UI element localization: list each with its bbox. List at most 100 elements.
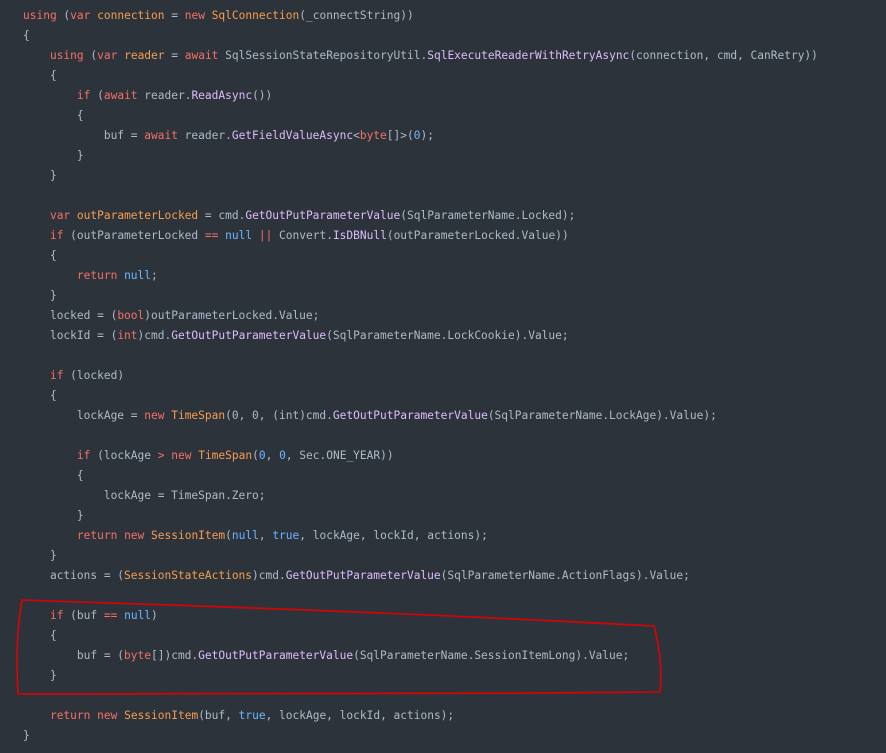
code-token: if	[76, 89, 91, 102]
code-token: IsDBNull	[332, 229, 387, 242]
code-line: if (locked)	[23, 366, 883, 386]
code-token: )cmd.	[137, 329, 172, 342]
code-token: , lockAge, lockId, actions);	[299, 529, 488, 542]
code-token: (SqlParameterName.LockCookie).Value;	[326, 329, 569, 342]
code-token: <	[353, 129, 360, 142]
code-token: (outParameterLocked	[63, 229, 205, 242]
code-token: null	[231, 529, 259, 542]
code-token: Convert.	[272, 229, 333, 242]
code-token: = cmd.	[198, 209, 246, 222]
code-token: var	[49, 209, 71, 222]
code-line: lockAge = new TimeSpan(0, 0, (int)cmd.Ge…	[23, 406, 883, 426]
code-token: reader.	[137, 89, 192, 102]
code-token: (	[56, 9, 71, 22]
code-token: , lockAge, lockId, actions);	[265, 709, 455, 722]
code-token: =	[164, 49, 185, 62]
code-token: 0	[258, 449, 266, 462]
code-token: {	[49, 249, 57, 262]
code-token: SessionItem	[124, 709, 199, 722]
code-token: null	[124, 609, 152, 622]
code-token: GetOutPutParameterValue	[285, 569, 441, 582]
code-line: }	[23, 146, 883, 166]
code-token: await	[144, 129, 178, 142]
code-token: TimeSpan	[198, 449, 253, 462]
code-token: SqlSessionStateRepositoryUtil.	[218, 49, 428, 62]
code-token: (buf,	[198, 709, 239, 722]
code-line: if (lockAge > new TimeSpan(0, 0, Sec.ONE…	[23, 446, 883, 466]
code-token: new	[171, 449, 192, 462]
code-token: []>(	[386, 129, 414, 142]
code-token: ())	[252, 89, 273, 102]
code-token: {	[23, 29, 30, 42]
code-line: var outParameterLocked = cmd.GetOutPutPa…	[23, 206, 883, 226]
code-token: (lockAge	[90, 449, 158, 462]
code-token: new	[97, 709, 118, 722]
code-token: null	[124, 269, 152, 282]
code-token: (	[90, 89, 104, 102]
code-token: }	[49, 289, 57, 302]
code-line: {	[23, 246, 883, 266]
code-token: }	[76, 149, 84, 162]
code-token: (buf	[63, 609, 104, 622]
code-token: true	[272, 529, 300, 542]
code-token: {	[49, 629, 57, 642]
code-token: (SqlParameterName.LockAge).Value);	[487, 409, 717, 422]
code-token: }	[49, 549, 57, 562]
code-token: }	[76, 509, 84, 522]
code-token: lockId = (	[49, 329, 118, 342]
code-token: buf =	[103, 129, 145, 142]
code-token: true	[238, 709, 266, 722]
code-token: var	[97, 49, 118, 62]
code-token: locked = (	[49, 309, 118, 322]
code-token: using	[23, 9, 57, 22]
code-token: new	[184, 9, 205, 22]
code-token: new	[144, 409, 165, 422]
code-token: byte	[359, 129, 387, 142]
code-token: , Sec.ONE_YEAR))	[285, 449, 394, 462]
code-token: if	[49, 609, 64, 622]
code-line: {	[23, 66, 883, 86]
code-line: {	[23, 26, 883, 46]
code-token: )	[151, 609, 158, 622]
code-token: (SqlParameterName.ActionFlags).Value;	[440, 569, 690, 582]
code-token: lockAge =	[76, 409, 145, 422]
code-token: {	[49, 69, 57, 82]
code-token: lockAge = TimeSpan.Zero;	[103, 489, 266, 502]
code-token: outParameterLocked	[76, 209, 199, 222]
code-token: var	[70, 9, 91, 22]
code-token: (_connectString))	[299, 9, 414, 22]
code-line: {	[23, 466, 883, 486]
code-token: if	[76, 449, 91, 462]
code-token: (	[83, 49, 98, 62]
code-token: {	[76, 469, 84, 482]
code-line: {	[23, 386, 883, 406]
code-token: (	[252, 449, 259, 462]
code-token: (SqlParameterName.Locked);	[400, 209, 576, 222]
code-line: return null;	[23, 266, 883, 286]
code-token: return	[49, 709, 91, 722]
code-token: GetFieldValueAsync	[231, 129, 354, 142]
code-line: return new SessionItem(null, true, lockA…	[23, 526, 883, 546]
code-line: }	[23, 506, 883, 526]
code-token: connection	[97, 9, 165, 22]
